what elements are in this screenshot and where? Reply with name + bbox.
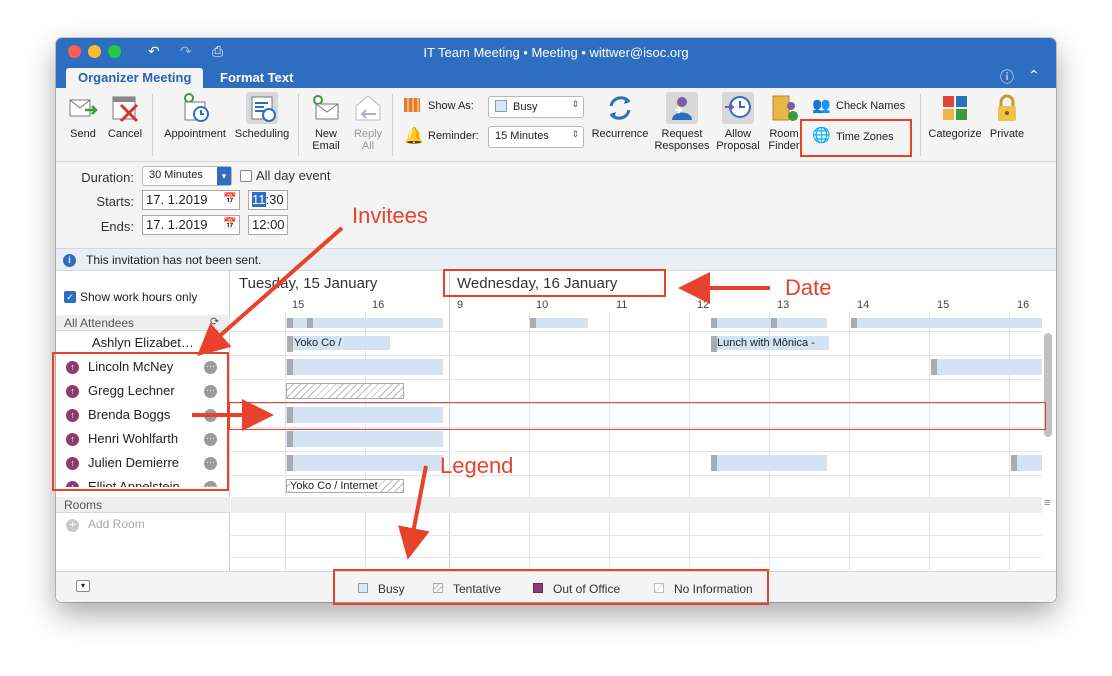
busy-swatch-icon bbox=[495, 100, 507, 112]
add-room-button[interactable]: Add Room bbox=[88, 517, 145, 531]
legend-annotation: Legend bbox=[440, 453, 514, 478]
help-icon[interactable]: ⓘ bbox=[1000, 67, 1014, 87]
all-day-label: All day event bbox=[256, 168, 331, 183]
scheduling-icon bbox=[246, 92, 278, 124]
request-responses-button[interactable]: Request Responses bbox=[652, 92, 712, 152]
work-hours-label: Show work hours only bbox=[80, 290, 198, 304]
info-message: This invitation has not been sent. bbox=[86, 253, 262, 267]
title-bar: ↶ ↷ ⎙ IT Team Meeting • Meeting • wittwe… bbox=[56, 38, 1056, 66]
date-highlight bbox=[443, 269, 666, 297]
room-finder-icon bbox=[772, 95, 798, 121]
hour-label: 9 bbox=[457, 299, 464, 311]
hour-label: 16 bbox=[1017, 299, 1030, 311]
window-title: IT Team Meeting • Meeting • wittwer@isoc… bbox=[423, 45, 689, 60]
hour-label: 15 bbox=[937, 299, 950, 311]
send-button[interactable]: Send bbox=[66, 92, 100, 140]
reply-all-button[interactable]: Reply All bbox=[350, 92, 386, 152]
cancel-calendar-icon bbox=[112, 96, 139, 123]
hour-label: 14 bbox=[857, 299, 870, 311]
info-bar: i This invitation has not been sent. bbox=[56, 248, 1056, 271]
starts-label: Starts: bbox=[96, 194, 134, 209]
collapse-ribbon-icon[interactable]: ⌃ bbox=[1028, 67, 1040, 84]
busy-block bbox=[286, 455, 443, 471]
date-annotation: Date bbox=[785, 275, 832, 300]
show-as-label: Show As: bbox=[428, 100, 474, 112]
tentative-block bbox=[286, 383, 404, 399]
stepper-icon: ⇕ bbox=[571, 129, 579, 139]
categorize-icon bbox=[943, 96, 967, 120]
reminder-select[interactable]: 15 Minutes ⇕ bbox=[488, 126, 584, 148]
reminder-label: Reminder: bbox=[428, 130, 479, 142]
chevron-down-icon: ▾ bbox=[217, 167, 231, 185]
all-attendees-header: All Attendees ⟳ bbox=[56, 315, 230, 331]
hour-label: 12 bbox=[697, 299, 710, 311]
new-email-icon bbox=[313, 95, 339, 120]
busy-block bbox=[286, 431, 443, 447]
expand-icon[interactable]: ▾ bbox=[76, 580, 90, 592]
busy-block bbox=[931, 359, 1042, 375]
tab-organizer-meeting[interactable]: Organizer Meeting bbox=[66, 68, 204, 88]
start-time-field[interactable]: 11:30 bbox=[248, 190, 288, 210]
time-zones-highlight bbox=[800, 119, 912, 157]
appointment-button[interactable]: Appointment bbox=[160, 92, 230, 140]
invitees-highlight bbox=[52, 352, 229, 491]
send-icon bbox=[69, 99, 98, 117]
duration-select[interactable]: 30 Minutes ▾ bbox=[142, 166, 232, 186]
hour-label: 10 bbox=[536, 299, 549, 311]
all-day-checkbox[interactable] bbox=[240, 170, 252, 182]
calendar-icon[interactable]: 📅 bbox=[223, 217, 237, 230]
day-header-tuesday: Tuesday, 15 January bbox=[239, 275, 378, 292]
private-button[interactable]: Private bbox=[986, 92, 1028, 140]
work-hours-checkbox[interactable]: ✓ bbox=[64, 291, 76, 303]
stepper-icon: ⇕ bbox=[571, 99, 579, 109]
ribbon-tabs: Organizer Meeting Format Text ⓘ ⌃ bbox=[56, 66, 1056, 88]
reply-all-icon bbox=[355, 95, 381, 121]
show-as-select[interactable]: Busy ⇕ bbox=[488, 96, 584, 118]
refresh-icon[interactable]: ⟳ bbox=[210, 315, 219, 328]
hour-label: 15 bbox=[292, 299, 305, 311]
new-email-button[interactable]: New Email bbox=[308, 92, 344, 152]
recurrence-icon bbox=[609, 96, 631, 120]
hour-label: 16 bbox=[372, 299, 385, 311]
calendar-icon[interactable]: 📅 bbox=[223, 192, 237, 205]
request-responses-icon bbox=[666, 92, 698, 124]
resize-handle-icon[interactable]: ≡ bbox=[1044, 497, 1050, 509]
busy-block bbox=[851, 318, 1042, 328]
hour-label: 11 bbox=[616, 299, 628, 311]
busy-block bbox=[711, 455, 827, 471]
scheduling-button[interactable]: Scheduling bbox=[232, 92, 292, 140]
tentative-block: Yoko Co / Internet bbox=[286, 479, 404, 493]
allow-proposal-button[interactable]: Allow Proposal bbox=[714, 92, 762, 152]
busy-block bbox=[711, 318, 827, 328]
categorize-button[interactable]: Categorize bbox=[926, 92, 984, 140]
invitees-annotation: Invitees bbox=[352, 203, 428, 228]
ends-label: Ends: bbox=[100, 219, 134, 234]
busy-block bbox=[530, 318, 588, 328]
attendee-row-highlight bbox=[229, 402, 1046, 430]
check-names-button[interactable]: Check Names bbox=[836, 100, 905, 112]
event-block: Yoko Co / bbox=[290, 336, 390, 350]
end-date-field[interactable]: 17. 1.2019 📅 bbox=[142, 215, 240, 235]
info-icon: i bbox=[63, 254, 76, 267]
event-block: Lunch with Mônica - bbox=[713, 336, 829, 350]
end-time-field[interactable]: 12:00 bbox=[248, 215, 288, 235]
lock-icon bbox=[998, 94, 1016, 121]
start-date-field[interactable]: 17. 1.2019 📅 bbox=[142, 190, 240, 210]
duration-label: Duration: bbox=[81, 170, 134, 185]
meeting-time-form: Duration: 30 Minutes ▾ All day event Sta… bbox=[56, 162, 1056, 248]
recurrence-button[interactable]: Recurrence bbox=[590, 92, 650, 140]
room-finder-button[interactable]: Room Finder bbox=[764, 92, 804, 152]
show-as-icon bbox=[404, 98, 420, 112]
rooms-header: Rooms bbox=[56, 497, 230, 513]
tab-format-text[interactable]: Format Text bbox=[208, 68, 305, 88]
legend-highlight bbox=[333, 569, 769, 605]
check-names-icon: 👥 bbox=[812, 97, 831, 114]
add-room-icon[interactable]: + bbox=[66, 519, 79, 532]
allow-proposal-icon bbox=[722, 92, 754, 124]
appointment-icon bbox=[184, 93, 209, 122]
busy-block bbox=[286, 359, 443, 375]
cancel-meeting-button[interactable]: Cancel bbox=[106, 92, 144, 140]
reminder-bell-icon: 🔔 bbox=[404, 128, 424, 145]
